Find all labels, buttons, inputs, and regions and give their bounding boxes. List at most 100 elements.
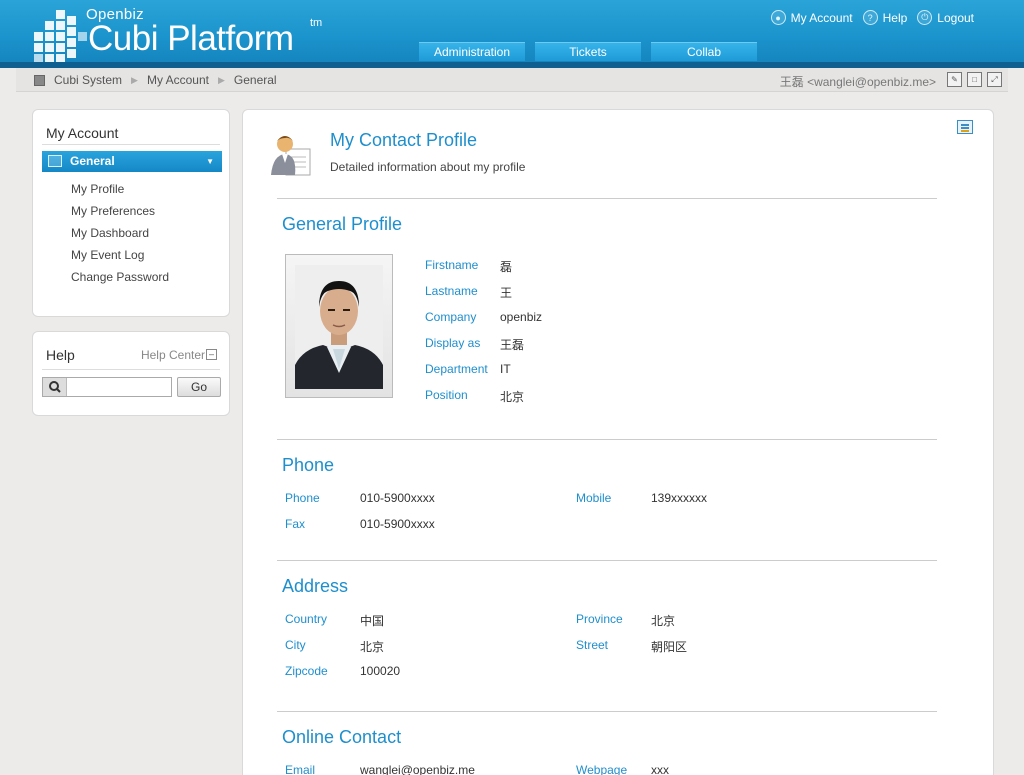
field-label-mobile: Mobile (576, 491, 612, 505)
app-header: Openbiz Cubi Platform tm ● My Account ? … (0, 0, 1024, 68)
field-value-department: IT (500, 362, 511, 376)
help-panel-title: Help (46, 347, 75, 363)
field-value-zipcode: 100020 (360, 664, 401, 678)
divider (277, 198, 937, 199)
top-links: ● My Account ? Help ⏻ Logout (770, 10, 974, 25)
edit-note-icon[interactable]: ✎ (947, 72, 962, 87)
field-label-email: Email (285, 763, 316, 775)
fullscreen-icon[interactable]: ⤢ (987, 72, 1002, 87)
power-icon: ⏻ (917, 10, 933, 25)
field-label-lastname: Lastname (425, 284, 478, 298)
system-icon (34, 74, 45, 86)
field-label-province: Province (576, 612, 623, 626)
field-value-display-as: 王磊 (500, 338, 525, 352)
edit-icon[interactable] (957, 120, 973, 134)
sidebar-item-my-event-log[interactable]: My Event Log (71, 248, 169, 270)
section-title-address: Address (282, 576, 349, 596)
breadcrumb-item[interactable]: General (234, 73, 277, 87)
logo[interactable]: Openbiz Cubi Platform tm (30, 6, 330, 63)
field-label-webpage: Webpage (576, 763, 628, 775)
menu-general-label: General (70, 154, 115, 168)
sidebar-item-my-dashboard[interactable]: My Dashboard (71, 226, 169, 248)
sidebar-item-my-preferences[interactable]: My Preferences (71, 204, 169, 226)
breadcrumb-bar: Cubi System ▶ My Account ▶ General 王磊 <w… (16, 68, 1008, 92)
logo-text: Cubi Platform (88, 19, 294, 58)
account-submenu: My Profile My Preferences My Dashboard M… (71, 182, 169, 292)
tab-administration[interactable]: Administration (419, 42, 525, 61)
breadcrumb-separator-icon: ▶ (217, 74, 225, 85)
divider (277, 711, 937, 712)
current-user: 王磊 <wanglei@openbiz.me> (779, 75, 936, 89)
help-center-link[interactable]: Help Center (141, 348, 205, 362)
my-account-label: My Account (790, 10, 853, 25)
field-value-province: 北京 (651, 614, 676, 628)
help-search-input[interactable] (68, 379, 168, 395)
account-panel: My Account General ▼ My Profile My Prefe… (32, 109, 230, 317)
breadcrumb-item[interactable]: Cubi System (54, 73, 122, 87)
logo-grid-icon (34, 10, 88, 63)
section-title-general: General Profile (282, 214, 403, 234)
collapse-icon[interactable]: – (206, 349, 217, 360)
logout-link[interactable]: ⏻ Logout (917, 10, 974, 25)
profile-photo (295, 265, 383, 389)
account-panel-title: My Account (46, 125, 119, 141)
breadcrumb-separator-icon: ▶ (131, 74, 138, 85)
my-account-link[interactable]: ● My Account (770, 10, 853, 25)
field-label-zipcode: Zipcode (285, 664, 328, 678)
main-nav: Administration Tickets Collab (419, 42, 757, 61)
question-icon: ? (862, 10, 878, 25)
page-title: My Contact Profile (330, 130, 478, 150)
field-label-company: Company (425, 310, 477, 324)
breadcrumb: Cubi System ▶ My Account ▶ General (34, 73, 277, 87)
contact-profile-icon (271, 136, 311, 176)
profile-photo-frame (285, 254, 393, 398)
tab-collab[interactable]: Collab (651, 42, 757, 61)
section-title-phone: Phone (282, 455, 335, 475)
page-subtitle: Detailed information about my profile (330, 160, 526, 174)
field-value-street: 朝阳区 (651, 640, 688, 654)
tab-tickets[interactable]: Tickets (535, 42, 641, 61)
comment-icon[interactable]: □ (967, 72, 982, 87)
menu-general[interactable]: General ▼ (42, 151, 222, 172)
logo-tm: tm (310, 17, 323, 29)
field-label-street: Street (576, 638, 609, 652)
search-icon (43, 378, 67, 396)
field-value-fax: 010-5900xxxx (360, 517, 435, 531)
divider (277, 439, 937, 440)
field-value-mobile: 139xxxxxx (651, 491, 708, 505)
sidebar-item-my-profile[interactable]: My Profile (71, 182, 169, 204)
breadcrumb-item[interactable]: My Account (147, 73, 209, 87)
field-label-fax: Fax (285, 517, 306, 531)
divider (277, 560, 937, 561)
field-label-phone: Phone (285, 491, 320, 505)
field-value-position: 北京 (500, 390, 525, 404)
field-value-firstname: 磊 (500, 260, 513, 274)
profile-panel: My Contact Profile Detailed information … (242, 109, 994, 775)
settings-window-icon (48, 155, 62, 167)
field-value-email: wanglei@openbiz.me (360, 763, 475, 775)
go-button[interactable]: Go (177, 377, 221, 397)
person-icon: ● (770, 10, 786, 25)
toolbar: ✎ □ ⤢ (947, 72, 1002, 87)
help-label: Help (882, 10, 908, 25)
chevron-down-icon: ▼ (206, 157, 214, 166)
field-value-phone: 010-5900xxxx (360, 491, 435, 505)
logout-label: Logout (937, 10, 974, 25)
field-value-country: 中国 (360, 614, 385, 628)
divider (42, 369, 220, 370)
help-search-box (42, 377, 172, 397)
divider (42, 144, 220, 145)
section-title-online-contact: Online Contact (282, 727, 402, 747)
field-label-city: City (285, 638, 306, 652)
help-panel: Help Help Center – Go (32, 331, 230, 416)
field-label-country: Country (285, 612, 328, 626)
field-label-department: Department (425, 362, 488, 376)
field-value-webpage: xxx (651, 763, 669, 775)
field-value-company: openbiz (500, 310, 543, 324)
field-label-firstname: Firstname (425, 258, 479, 272)
field-label-position: Position (425, 388, 468, 402)
field-label-display-as: Display as (425, 336, 481, 350)
sidebar-item-change-password[interactable]: Change Password (71, 270, 169, 292)
help-link[interactable]: ? Help (862, 10, 908, 25)
field-value-lastname: 王 (500, 286, 513, 300)
